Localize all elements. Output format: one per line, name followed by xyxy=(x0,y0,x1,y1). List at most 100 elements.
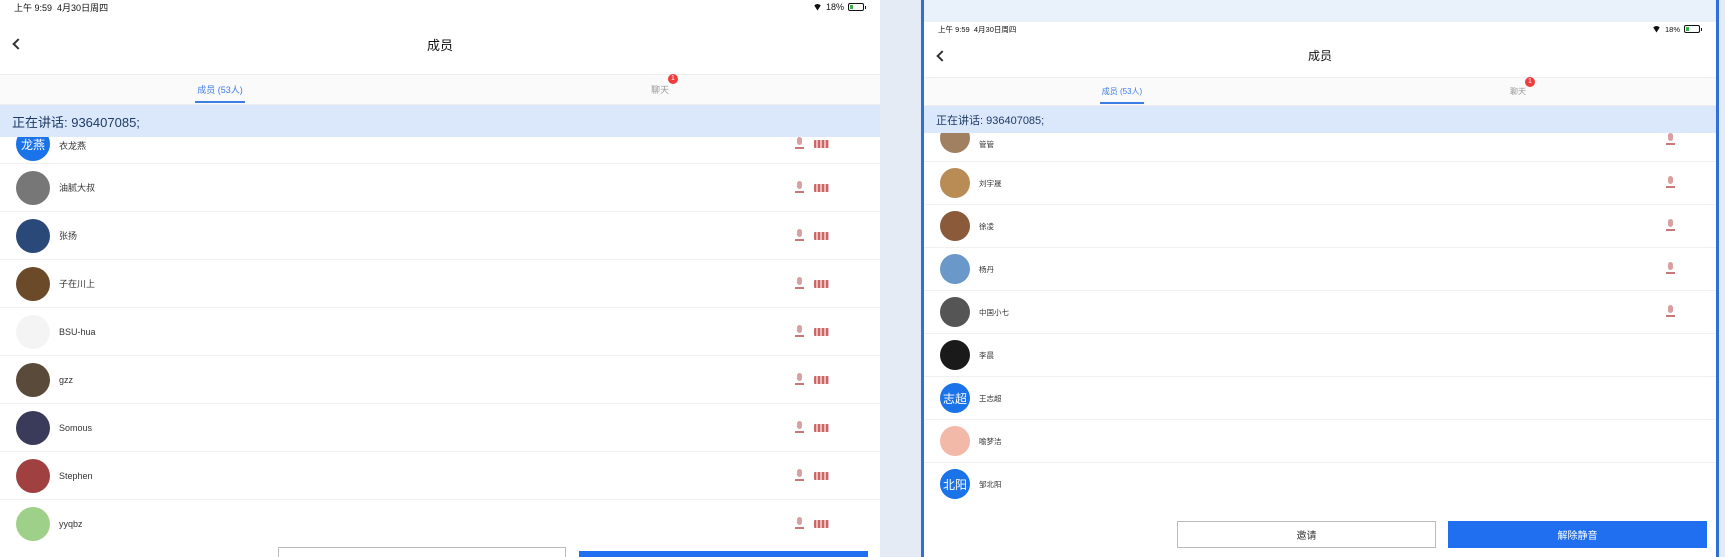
status-time: 上午 9:59 xyxy=(938,24,970,34)
unread-badge: 1 xyxy=(668,74,678,84)
mic-muted-icon[interactable] xyxy=(795,324,804,339)
member-row[interactable]: 油腻大叔 xyxy=(0,164,880,212)
tab-members[interactable]: 成员 (53人) xyxy=(924,78,1320,105)
page-title: 成员 xyxy=(1307,49,1332,63)
member-name: Somous xyxy=(59,422,93,433)
nav-bar: 成员 xyxy=(0,14,880,75)
member-name: 邹北阳 xyxy=(979,479,1002,489)
avatar xyxy=(16,410,50,445)
member-row[interactable]: 北阳 邹北阳 xyxy=(924,463,1716,503)
member-row[interactable]: 喻梦洁 xyxy=(924,420,1716,463)
camera-off-icon[interactable] xyxy=(814,183,829,192)
member-row[interactable]: 李晨 xyxy=(924,334,1716,377)
member-row[interactable]: 子在川上 xyxy=(0,260,880,308)
tab-bar: 成员 (53人) 聊天 1 xyxy=(924,77,1716,106)
mic-muted-icon[interactable] xyxy=(795,228,804,243)
battery-icon xyxy=(848,3,864,11)
mic-muted-icon[interactable] xyxy=(1666,219,1675,233)
member-name: yyqbz xyxy=(59,518,83,529)
member-row[interactable]: 刘宇晟 xyxy=(924,162,1716,205)
member-name: 中国小七 xyxy=(979,307,1009,317)
camera-off-icon[interactable] xyxy=(814,327,829,336)
avatar xyxy=(16,362,50,397)
mic-muted-icon[interactable] xyxy=(795,137,804,151)
camera-off-icon[interactable] xyxy=(814,279,829,288)
camera-off-icon[interactable] xyxy=(814,140,829,148)
member-name: 徐凌 xyxy=(979,221,994,231)
mic-muted-icon[interactable] xyxy=(795,276,804,291)
avatar xyxy=(940,297,970,327)
back-icon[interactable] xyxy=(12,38,24,50)
member-name: BSU-hua xyxy=(59,326,96,337)
member-row[interactable]: 管管 xyxy=(924,133,1716,162)
mic-muted-icon[interactable] xyxy=(795,468,804,483)
member-list[interactable]: 龙燕 衣龙燕油腻大叔张扬子在川上 BSU-hua gzz Somous Stephen yy… xyxy=(0,137,880,544)
member-name: 王志超 xyxy=(979,393,1002,403)
unmute-button[interactable]: 解除静音 xyxy=(1448,521,1707,548)
tab-members[interactable]: 成员 (53人) xyxy=(0,75,440,104)
member-list[interactable]: 管管刘宇晟徐凌杨丹中国小七李晨志超 王志超喻梦洁北阳 邹北阳 xyxy=(924,133,1716,503)
member-row[interactable]: gzz xyxy=(0,356,880,404)
footer: 邀请 解除静音 xyxy=(924,503,1716,557)
member-name: 李晨 xyxy=(979,350,994,360)
member-row[interactable]: 志超 王志超 xyxy=(924,377,1716,420)
mic-muted-icon[interactable] xyxy=(1666,262,1675,276)
avatar xyxy=(940,340,970,370)
tab-bar: 成员 (53人) 聊天 1 xyxy=(0,74,880,105)
invite-button[interactable]: 邀请 xyxy=(1177,521,1436,548)
member-name: Stephen xyxy=(59,470,93,481)
unread-badge: 1 xyxy=(1525,77,1535,87)
member-name: 管管 xyxy=(979,140,994,149)
member-name: 张扬 xyxy=(59,231,78,241)
member-row[interactable]: 徐凌 xyxy=(924,205,1716,248)
member-name: 杨丹 xyxy=(979,264,994,274)
avatar xyxy=(940,211,970,241)
mic-muted-icon[interactable] xyxy=(1666,133,1675,147)
camera-off-icon[interactable] xyxy=(814,519,829,528)
avatar xyxy=(940,426,970,456)
status-bar: 上午 9:59 4月30日周四 18% xyxy=(0,0,880,14)
member-name: gzz xyxy=(59,374,74,385)
member-row[interactable]: 杨丹 xyxy=(924,248,1716,291)
mic-muted-icon[interactable] xyxy=(1666,305,1675,319)
nav-bar: 成员 xyxy=(924,34,1716,78)
member-row[interactable]: yyqbz xyxy=(0,500,880,544)
member-row[interactable]: 中国小七 xyxy=(924,291,1716,334)
mic-muted-icon[interactable] xyxy=(795,372,804,387)
avatar xyxy=(16,314,50,349)
right-panel: 上午 9:59 4月30日周四 18% 成员 成员 (53人) 聊天 1 正在讲话… xyxy=(921,0,1719,557)
back-icon[interactable] xyxy=(936,49,948,62)
avatar xyxy=(16,170,50,205)
status-bar: 上午 9:59 4月30日周四 18% xyxy=(924,22,1716,34)
wifi-icon xyxy=(1651,25,1661,33)
status-date: 4月30日周四 xyxy=(57,2,109,13)
member-row[interactable]: BSU-hua xyxy=(0,308,880,356)
mic-muted-icon[interactable] xyxy=(795,420,804,435)
mic-muted-icon[interactable] xyxy=(795,516,804,531)
unmute-button[interactable] xyxy=(579,551,868,557)
battery-percent: 18% xyxy=(825,2,844,12)
mic-muted-icon[interactable] xyxy=(1666,176,1675,190)
invite-button[interactable] xyxy=(278,547,566,557)
battery-percent: 18% xyxy=(1664,24,1680,34)
wifi-icon xyxy=(812,3,822,11)
member-row[interactable]: 张扬 xyxy=(0,212,880,260)
member-name: 喻梦洁 xyxy=(979,436,1002,446)
avatar xyxy=(16,506,50,541)
tab-chat[interactable]: 聊天 1 xyxy=(1320,77,1716,105)
avatar xyxy=(940,254,970,284)
mic-muted-icon[interactable] xyxy=(795,180,804,195)
avatar xyxy=(940,168,970,198)
camera-off-icon[interactable] xyxy=(814,231,829,240)
speaking-banner: 正在讲话: 936407085; xyxy=(0,105,880,137)
camera-off-icon[interactable] xyxy=(814,375,829,384)
member-row[interactable]: 龙燕 衣龙燕 xyxy=(0,137,880,164)
camera-off-icon[interactable] xyxy=(814,423,829,432)
member-row[interactable]: Somous xyxy=(0,404,880,452)
tab-chat[interactable]: 聊天 1 xyxy=(440,74,880,104)
member-row[interactable]: Stephen xyxy=(0,452,880,500)
member-name: 油腻大叔 xyxy=(59,183,96,193)
camera-off-icon[interactable] xyxy=(814,471,829,480)
speaking-banner: 正在讲话: 936407085; xyxy=(924,106,1716,133)
footer xyxy=(0,543,880,557)
